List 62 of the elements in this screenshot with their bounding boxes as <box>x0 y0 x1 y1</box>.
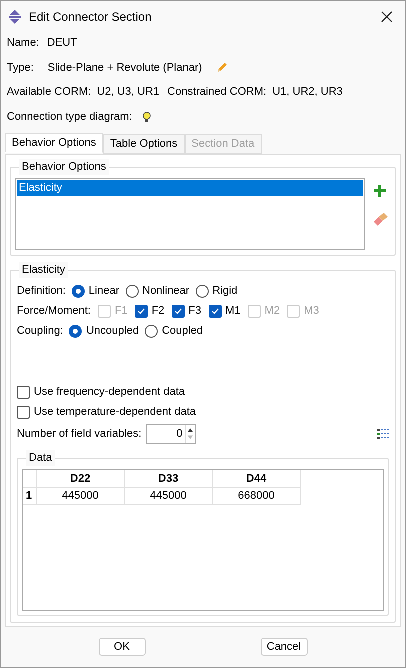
checkbox-label: F3 <box>188 304 202 319</box>
definition-label: Definition: <box>17 284 66 299</box>
tab[interactable]: Behavior Options <box>5 133 104 153</box>
checkbox-label: M2 <box>264 304 280 319</box>
table-cell[interactable]: 445000 <box>37 488 125 505</box>
close-icon[interactable] <box>381 11 393 23</box>
group-title: Data <box>26 450 56 466</box>
field-variables-spinbox[interactable]: 0 <box>146 424 196 444</box>
name-value: DEUT <box>47 36 78 51</box>
radio-button[interactable] <box>145 324 158 338</box>
row-header: 1 <box>23 488 37 505</box>
checkbox-label: M3 <box>304 304 320 319</box>
dialog-button[interactable]: Cancel <box>260 638 308 656</box>
column-header: D33 <box>125 470 213 488</box>
group-title: Elasticity <box>19 262 68 278</box>
available-corm-value: U2, U3, UR1 <box>97 85 160 100</box>
checkbox-label: F2 <box>152 304 165 319</box>
field-variables-label: Number of field variables: <box>17 426 142 442</box>
app-icon <box>7 9 23 25</box>
checkbox[interactable] <box>17 386 30 398</box>
checkbox[interactable] <box>134 304 148 318</box>
check-icon <box>136 306 146 316</box>
table-cell[interactable]: 445000 <box>125 488 213 505</box>
list-item[interactable]: Elasticity <box>17 180 363 196</box>
window-title: Edit Connector Section <box>29 9 153 26</box>
checkbox-label: Use temperature-dependent data <box>34 404 196 420</box>
checkbox-label: M1 <box>226 304 241 319</box>
dialog-button[interactable]: OK <box>98 638 146 656</box>
column-header: D22 <box>37 470 125 488</box>
radio-label: Linear <box>88 284 120 299</box>
radio-label: Rigid <box>212 284 238 299</box>
diagram-label: Connection type diagram: <box>7 110 132 124</box>
available-corm-label: Available CORM: <box>7 85 92 100</box>
table-options-icon[interactable] <box>377 428 389 440</box>
check-icon <box>210 306 220 316</box>
tab[interactable]: Table Options <box>103 134 185 154</box>
check-icon <box>174 306 183 316</box>
radio-label: Nonlinear <box>142 284 190 299</box>
checkbox[interactable] <box>208 304 222 318</box>
add-icon[interactable] <box>373 184 387 198</box>
name-label: Name: <box>7 36 40 51</box>
constrained-corm-label: Constrained CORM: <box>168 85 267 100</box>
radio-label: Uncoupled <box>86 324 140 339</box>
force-moment-label: Force/Moment: <box>17 304 91 319</box>
checkbox-label: F1 <box>114 304 128 319</box>
radio-button[interactable] <box>196 284 209 298</box>
type-value: Slide-Plane + Revolute (Planar) <box>48 60 202 76</box>
type-label: Type: <box>7 60 34 76</box>
group-title: Behavior Options <box>19 159 110 175</box>
corner-header <box>23 470 37 488</box>
checkbox[interactable] <box>17 406 30 418</box>
checkbox-label: Use frequency-dependent data <box>34 384 186 400</box>
constrained-corm-value: U1, UR2, UR3 <box>272 85 343 100</box>
radio-button[interactable] <box>69 324 82 338</box>
radio-button[interactable] <box>126 284 138 298</box>
coupling-label: Coupling: <box>17 324 64 339</box>
spinner-arrows-icon[interactable] <box>184 425 195 443</box>
radio-button[interactable] <box>72 284 85 298</box>
column-header: D44 <box>213 470 301 488</box>
table-cell[interactable]: 668000 <box>213 488 301 505</box>
radio-label: Coupled <box>162 324 204 339</box>
checkbox[interactable] <box>172 304 185 318</box>
